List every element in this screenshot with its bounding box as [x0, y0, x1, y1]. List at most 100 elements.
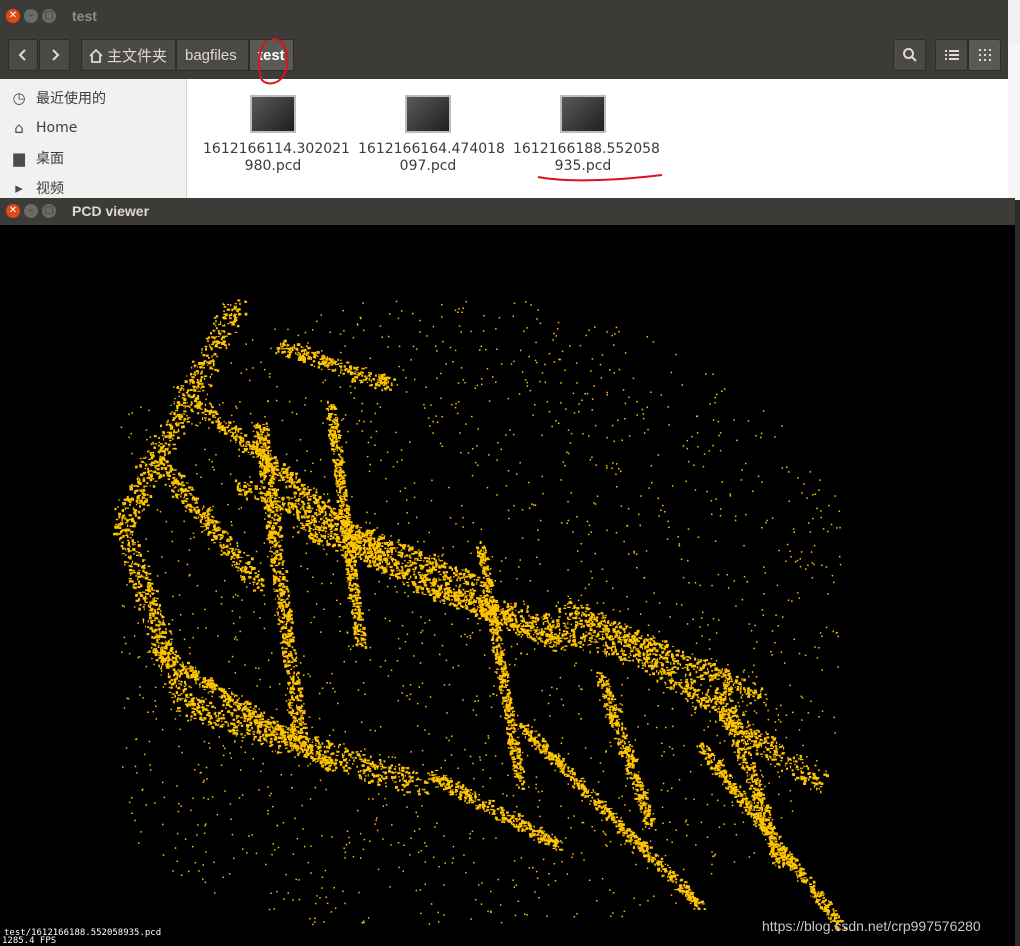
- point: [181, 415, 184, 418]
- point: [213, 712, 217, 715]
- point: [642, 664, 644, 666]
- point: [339, 362, 343, 364]
- point: [415, 562, 418, 565]
- point: [115, 523, 118, 525]
- point: [222, 714, 225, 717]
- point: [576, 607, 580, 610]
- point: [728, 693, 731, 696]
- point: [661, 663, 664, 666]
- point: [418, 586, 420, 590]
- point: [664, 654, 667, 656]
- point: [779, 756, 781, 758]
- point: [765, 839, 767, 841]
- point: [628, 656, 630, 659]
- point: [760, 742, 763, 746]
- point: [569, 614, 571, 616]
- point: [736, 715, 738, 717]
- point: [464, 576, 468, 578]
- point: [415, 557, 418, 559]
- point: [803, 776, 805, 779]
- point: [162, 457, 166, 460]
- point: [423, 581, 427, 583]
- point: [140, 584, 143, 588]
- point: [540, 639, 543, 643]
- point: [570, 643, 574, 647]
- point: [389, 540, 390, 542]
- point: [603, 616, 607, 619]
- point: [362, 553, 365, 556]
- point: [356, 371, 358, 373]
- point: [767, 757, 769, 761]
- point: [469, 577, 472, 579]
- point: [448, 590, 452, 592]
- point: [382, 764, 384, 767]
- point: [635, 632, 639, 635]
- point: [226, 308, 231, 311]
- point: [332, 361, 336, 364]
- point: [591, 635, 595, 637]
- point: [747, 720, 749, 724]
- point: [608, 653, 610, 656]
- close-icon[interactable]: ✕: [6, 204, 20, 218]
- point: [159, 612, 162, 616]
- point: [270, 731, 272, 733]
- point: [174, 653, 177, 656]
- point: [129, 537, 132, 539]
- point: [209, 375, 211, 379]
- point: [438, 592, 442, 595]
- point: [753, 801, 755, 804]
- point: [144, 500, 147, 503]
- point: [161, 616, 165, 619]
- point: [736, 720, 739, 722]
- point: [153, 619, 156, 622]
- point: [193, 373, 195, 376]
- point: [248, 485, 251, 487]
- point: [338, 745, 340, 749]
- point: [238, 493, 242, 496]
- point: [513, 602, 517, 605]
- point: [637, 665, 640, 668]
- point: [527, 622, 529, 624]
- point: [157, 608, 161, 610]
- point: [353, 372, 356, 375]
- point: [164, 683, 167, 685]
- point: [401, 788, 404, 791]
- point: [649, 643, 653, 646]
- point: [773, 749, 777, 752]
- point: [342, 537, 345, 539]
- point: [545, 633, 548, 636]
- point: [304, 512, 307, 516]
- minimize-icon[interactable]: –: [24, 204, 38, 218]
- point: [277, 741, 281, 744]
- point: [406, 770, 408, 772]
- point: [403, 785, 406, 788]
- point: [207, 724, 210, 726]
- point: [563, 625, 567, 627]
- point: [727, 682, 730, 685]
- point: [208, 357, 210, 359]
- point: [739, 690, 742, 694]
- point: [746, 743, 749, 745]
- point-cloud-canvas[interactable]: test/1612166188.552058935.pcd 1285.4 FPS…: [0, 225, 1015, 946]
- point: [506, 627, 509, 629]
- point: [793, 760, 795, 763]
- point: [134, 485, 138, 487]
- point: [209, 701, 213, 705]
- point: [147, 619, 149, 623]
- point: [199, 366, 203, 369]
- point: [465, 590, 470, 593]
- point: [514, 614, 517, 617]
- point: [204, 708, 208, 711]
- point: [558, 628, 561, 632]
- point: [375, 568, 380, 571]
- point: [768, 755, 771, 758]
- point: [179, 715, 181, 717]
- point: [420, 567, 424, 570]
- maximize-icon[interactable]: □: [42, 204, 56, 218]
- point: [419, 585, 422, 588]
- point: [611, 646, 614, 648]
- point: [746, 726, 748, 729]
- point: [201, 722, 204, 725]
- point: [397, 789, 400, 792]
- point: [157, 624, 161, 626]
